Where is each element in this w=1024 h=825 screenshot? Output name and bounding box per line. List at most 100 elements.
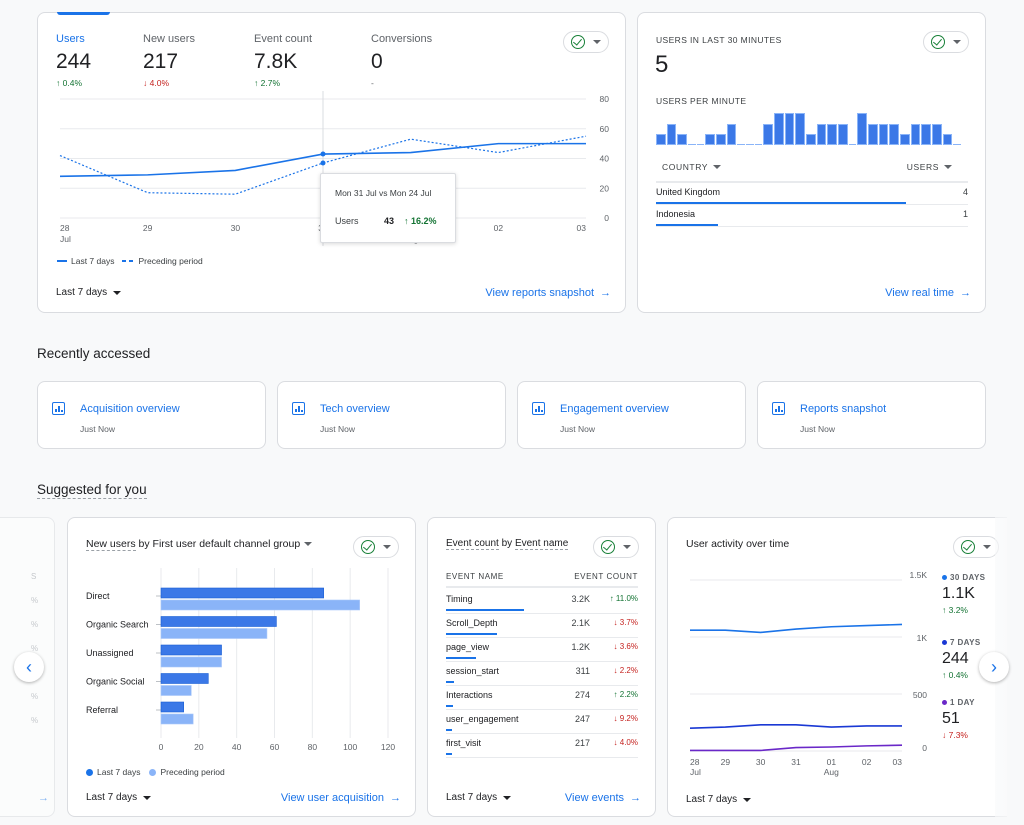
x-sub-label: Jul	[60, 234, 71, 244]
x-tick-label: 29	[721, 757, 731, 767]
compare-status-button[interactable]	[593, 536, 639, 558]
card-title: User activity over time	[686, 538, 790, 550]
event-row[interactable]: Timing 3.2K ↑ 11.0%	[446, 590, 638, 614]
suggested-heading[interactable]: Suggested for you	[37, 482, 147, 499]
link-label: View user acquisition	[280, 792, 384, 804]
arrow-right-icon[interactable]: →	[38, 792, 49, 804]
category-label: Organic Social	[86, 677, 145, 687]
dimension-name: Event name	[514, 538, 569, 550]
recent-item-tech-overview[interactable]: Tech overview Just Now	[277, 381, 506, 449]
event-count: 247	[574, 714, 590, 724]
minute-bar	[774, 113, 784, 145]
compare-status-button[interactable]	[563, 31, 609, 53]
view-real-time-link[interactable]: View real time →	[885, 287, 971, 299]
minute-bar	[910, 123, 921, 145]
report-chart-icon	[52, 402, 65, 415]
chart-legend: Last 7 days Preceding period	[57, 256, 203, 266]
view-user-acquisition-link[interactable]: View user acquisition →	[281, 792, 401, 804]
country-users: 4	[962, 187, 968, 197]
carousel-next-button[interactable]: ›	[979, 652, 1009, 682]
kpi-new-users[interactable]: New users 217 ↓ 4.0%	[143, 33, 195, 88]
event-name: Scroll_Depth	[446, 618, 498, 628]
country-name: United Kingdom	[656, 187, 721, 197]
recent-item-acquisition-overview[interactable]: Acquisition overview Just Now	[37, 381, 266, 449]
category-label: Direct	[86, 591, 110, 601]
y-tick-label: 20	[600, 183, 610, 193]
summary-change: ↑ 0.4%	[942, 670, 968, 680]
recent-item-engagement-overview[interactable]: Engagement overview Just Now	[517, 381, 746, 449]
minute-bar	[857, 113, 868, 145]
date-range-dropdown[interactable]: Last 7 days	[86, 792, 152, 803]
view-reports-snapshot-link[interactable]: View reports snapshot →	[485, 287, 611, 299]
event-row[interactable]: Scroll_Depth 2.1K ↓ 3.7%	[446, 614, 638, 638]
date-range-dropdown[interactable]: Last 7 days	[56, 287, 122, 298]
event-row[interactable]: user_engagement 247 ↓ 9.2%	[446, 710, 638, 734]
event-row[interactable]: session_start 311 ↓ 2.2%	[446, 662, 638, 686]
kpi-conversions[interactable]: Conversions 0 -	[371, 33, 432, 88]
col-country-header[interactable]: COUNTRY	[662, 162, 722, 172]
events-card: Event count by Event name EVENT NAME EVE…	[427, 517, 656, 817]
share-bar	[446, 705, 454, 707]
minute-bar	[763, 123, 774, 145]
compare-status-button[interactable]	[353, 536, 399, 558]
country-row[interactable]: United Kingdom 4	[656, 183, 968, 205]
date-range-dropdown[interactable]: Last 7 days	[686, 794, 752, 805]
bar-preceding-period	[160, 628, 268, 639]
view-events-link[interactable]: View events →	[565, 792, 641, 804]
recent-item-title: Engagement overview	[560, 403, 669, 415]
chart-legend: Last 7 days Preceding period	[86, 767, 225, 777]
kpi-change: ↑ 0.4%	[56, 78, 82, 88]
event-row[interactable]: Interactions 274 ↑ 2.2%	[446, 686, 638, 710]
compare-status-button[interactable]	[923, 31, 969, 53]
card-title[interactable]: Event count by Event name	[446, 538, 569, 550]
summary-label-text: 30 DAYS	[950, 573, 986, 582]
x-tick-label: 28	[60, 223, 70, 233]
minute-bar	[656, 134, 666, 145]
category-label: Unassigned	[86, 648, 134, 658]
minute-bar	[816, 123, 827, 145]
x-tick-label: 30	[756, 757, 766, 767]
col-users-header[interactable]: USERS	[907, 162, 952, 172]
series-line-30-days	[690, 623, 903, 634]
caret-down-icon	[743, 797, 752, 802]
compare-status-button[interactable]	[953, 536, 999, 558]
partial-value: S	[31, 572, 37, 581]
event-row[interactable]: first_visit 217 ↓ 4.0%	[446, 734, 638, 758]
dimension-name: by First user default channel group	[135, 538, 301, 550]
date-range-dropdown[interactable]: Last 7 days	[446, 792, 512, 803]
recent-item-time: Just Now	[800, 424, 835, 434]
x-tick-label: 40	[232, 742, 242, 752]
card-title[interactable]: New users by First user default channel …	[86, 538, 313, 551]
country-row[interactable]: Indonesia 1	[656, 205, 968, 227]
arrow-up-icon: ↑	[254, 78, 259, 88]
event-count: 1.2K	[571, 642, 590, 652]
y-tick-label: 40	[600, 154, 610, 164]
event-row[interactable]: page_view 1.2K ↓ 3.6%	[446, 638, 638, 662]
recent-item-time: Just Now	[560, 424, 595, 434]
minute-bar	[677, 134, 688, 145]
kpi-event-count[interactable]: Event count 7.8K ↑ 2.7%	[254, 33, 312, 88]
y-tick-label: 1.5K	[910, 570, 928, 580]
summary-label-text: 7 DAYS	[950, 638, 981, 647]
country-users: 1	[962, 209, 968, 219]
active-tab-indicator	[57, 12, 110, 15]
link-label: View real time	[885, 287, 954, 299]
recent-item-reports-snapshot[interactable]: Reports snapshot Just Now	[757, 381, 986, 449]
arrow-right-icon[interactable]: →	[630, 792, 641, 804]
check-circle-icon	[961, 540, 975, 554]
carousel-prev-button[interactable]: ‹	[14, 652, 44, 682]
event-change: ↓ 3.7%	[613, 618, 638, 627]
x-tick-label: 03	[893, 757, 903, 767]
kpi-label: Users	[56, 33, 85, 45]
x-tick-label: 80	[308, 742, 318, 752]
share-bar	[446, 609, 524, 611]
summary-value: 1.1K	[942, 585, 975, 602]
link-label: View events	[564, 792, 624, 804]
kpi-users[interactable]: Users 244 ↑ 0.4%	[56, 33, 91, 88]
event-change: ↓ 4.0%	[613, 738, 638, 747]
minute-bar	[737, 144, 746, 145]
y-tick-label: 80	[600, 94, 610, 104]
kpi-label: New users	[143, 33, 195, 45]
legend-dashed-line-icon	[122, 260, 135, 262]
share-bar	[446, 753, 452, 755]
